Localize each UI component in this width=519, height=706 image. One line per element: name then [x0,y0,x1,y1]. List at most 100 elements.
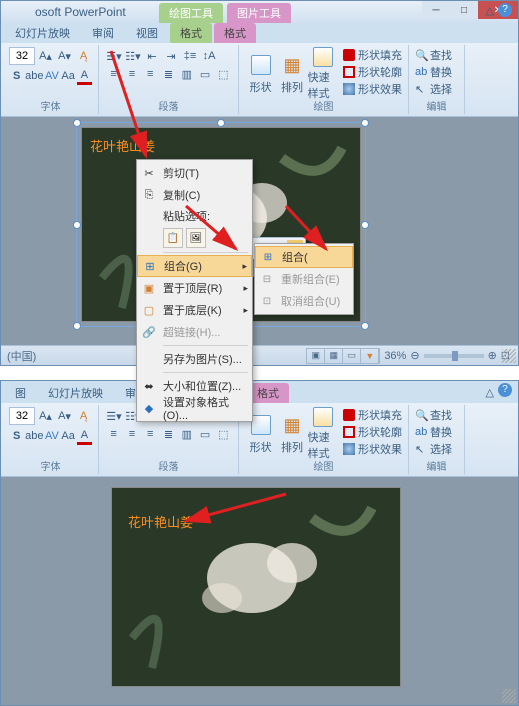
minimize-button[interactable]: ─ [422,1,450,19]
char-spacing-icon[interactable]: AV [44,67,59,85]
shape-outline-button[interactable]: 形状轮廓 [343,424,402,440]
find-button[interactable]: 🔍查找 [415,47,458,63]
shrink-font-icon[interactable]: A▾ [56,407,73,425]
resize-handle-ne[interactable] [361,119,369,127]
strikethrough-icon[interactable]: abe [25,427,43,445]
slideshow-view-icon[interactable]: ▼ [361,349,379,363]
menu-bring-front[interactable]: ▣置于顶层(R)▸ [137,277,252,299]
slide-text-label[interactable]: 花叶艳山姜 [128,512,193,531]
text-shadow-icon[interactable]: S [9,67,24,85]
align-right-icon[interactable]: ≡ [142,65,159,83]
menu-send-back[interactable]: ▢置于底层(K)▸ [137,299,252,321]
grow-font-icon[interactable]: A▴ [37,407,54,425]
tab-format-drawing[interactable]: 格式 [170,23,212,43]
align-text-icon[interactable]: ▭ [196,425,213,443]
columns-icon[interactable]: ▥ [178,65,195,83]
normal-view-icon[interactable]: ▣ [307,349,325,363]
reading-view-icon[interactable]: ▭ [343,349,361,363]
tab-view[interactable]: 视图 [126,23,168,43]
justify-icon[interactable]: ≣ [160,65,177,83]
smartart-icon[interactable]: ⬚ [215,65,232,83]
clear-format-icon[interactable]: Ą [75,407,92,425]
justify-icon[interactable]: ≣ [160,425,177,443]
resize-grip-icon[interactable] [502,689,516,703]
zoom-slider[interactable] [424,354,484,358]
smartart-icon[interactable]: ⬚ [215,425,232,443]
maximize-button[interactable]: □ [450,1,478,19]
change-case-icon[interactable]: Aa [61,427,76,445]
tab-format-picture[interactable]: 格式 [247,383,289,403]
select-button[interactable]: ↖选择 [415,441,458,457]
shape-effects-button[interactable]: 形状效果 [343,441,402,457]
slide-text-label[interactable]: 花叶艳山姜 [90,136,155,155]
grow-font-icon[interactable]: A▴ [37,47,54,65]
columns-icon[interactable]: ▥ [178,425,195,443]
zoom-level[interactable]: 36% [384,350,406,362]
shape-fill-button[interactable]: 形状填充 [343,47,402,63]
replace-button[interactable]: ab替换 [415,424,458,440]
quick-styles-button[interactable]: 快速样式 [308,407,339,461]
menu-copy[interactable]: ⎘复制(C) [137,184,252,206]
slide[interactable]: 花叶艳山姜 [111,487,401,687]
strikethrough-icon[interactable]: abe [25,67,43,85]
resize-handle-e[interactable] [361,221,369,229]
find-button[interactable]: 🔍查找 [415,407,458,423]
text-direction-icon[interactable]: ↕A [200,47,218,65]
menu-save-as-picture[interactable]: 另存为图片(S)... [137,348,252,370]
tab-slideshow[interactable]: 幻灯片放映 [38,383,113,403]
font-color-icon[interactable]: A [77,67,92,85]
quick-styles-button[interactable]: 快速样式 [308,47,339,101]
resize-handle-se[interactable] [361,322,369,330]
tab-review[interactable]: 审阅 [82,23,124,43]
align-center-icon[interactable]: ≡ [123,425,140,443]
zoom-out-icon[interactable]: ⊖ [410,349,419,362]
change-case-icon[interactable]: Aa [61,67,76,85]
clear-format-icon[interactable]: Ą [75,47,92,65]
text-shadow-icon[interactable]: S [9,427,24,445]
font-size-input[interactable] [9,47,35,65]
menu-hyperlink[interactable]: 🔗超链接(H)... [137,321,252,343]
tab-format-picture[interactable]: 格式 [214,23,256,43]
menu-group[interactable]: ⊞组合(G)▸ [137,255,252,277]
numbering-icon[interactable]: ☷▾ [124,47,142,65]
help-icon[interactable]: ? [498,383,512,397]
ribbon-collapse-icon[interactable]: △ [486,4,494,17]
bullets-icon[interactable]: ☰▾ [105,407,123,425]
shapes-button[interactable]: 形状 [245,47,276,101]
zoom-in-icon[interactable]: ⊕ [488,349,497,362]
font-color-icon[interactable]: A [77,427,92,445]
increase-indent-icon[interactable]: ⇥ [162,47,180,65]
align-left-icon[interactable]: ≡ [105,425,122,443]
resize-handle-n[interactable] [217,119,225,127]
shrink-font-icon[interactable]: A▾ [56,47,73,65]
shape-effects-button[interactable]: 形状效果 [343,81,402,97]
resize-handle-w[interactable] [73,221,81,229]
resize-grip-icon[interactable] [502,349,516,363]
sorter-view-icon[interactable]: ▦ [325,349,343,363]
align-left-icon[interactable]: ≡ [105,65,122,83]
align-right-icon[interactable]: ≡ [142,425,159,443]
slide-canvas[interactable]: 花叶艳山姜 [1,477,518,705]
help-icon[interactable]: ? [498,3,512,17]
resize-handle-nw[interactable] [73,119,81,127]
select-button[interactable]: ↖选择 [415,81,458,97]
shape-outline-button[interactable]: 形状轮廓 [343,64,402,80]
decrease-indent-icon[interactable]: ⇤ [143,47,161,65]
replace-button[interactable]: ab替换 [415,64,458,80]
shape-fill-button[interactable]: 形状填充 [343,407,402,423]
resize-handle-sw[interactable] [73,322,81,330]
menu-cut[interactable]: ✂剪切(T) [137,162,252,184]
drawing-tools-tab[interactable]: 绘图工具 [159,3,223,23]
picture-tools-tab[interactable]: 图片工具 [227,3,291,23]
bullets-icon[interactable]: ☰▾ [105,47,123,65]
paste-option-2[interactable]: 🖼 [186,228,206,248]
ribbon-collapse-icon[interactable]: △ [486,386,494,399]
arrange-button[interactable]: ▦排列 [276,407,307,461]
char-spacing-icon[interactable]: AV [44,427,59,445]
tab-slideshow[interactable]: 幻灯片放映 [5,23,80,43]
submenu-group[interactable]: ⊞组合( [255,246,353,268]
align-text-icon[interactable]: ▭ [196,65,213,83]
menu-format-object[interactable]: ◆设置对象格式(O)... [137,397,252,419]
tab-picture-section[interactable]: 图 [5,383,36,403]
paste-option-1[interactable]: 📋 [163,228,183,248]
